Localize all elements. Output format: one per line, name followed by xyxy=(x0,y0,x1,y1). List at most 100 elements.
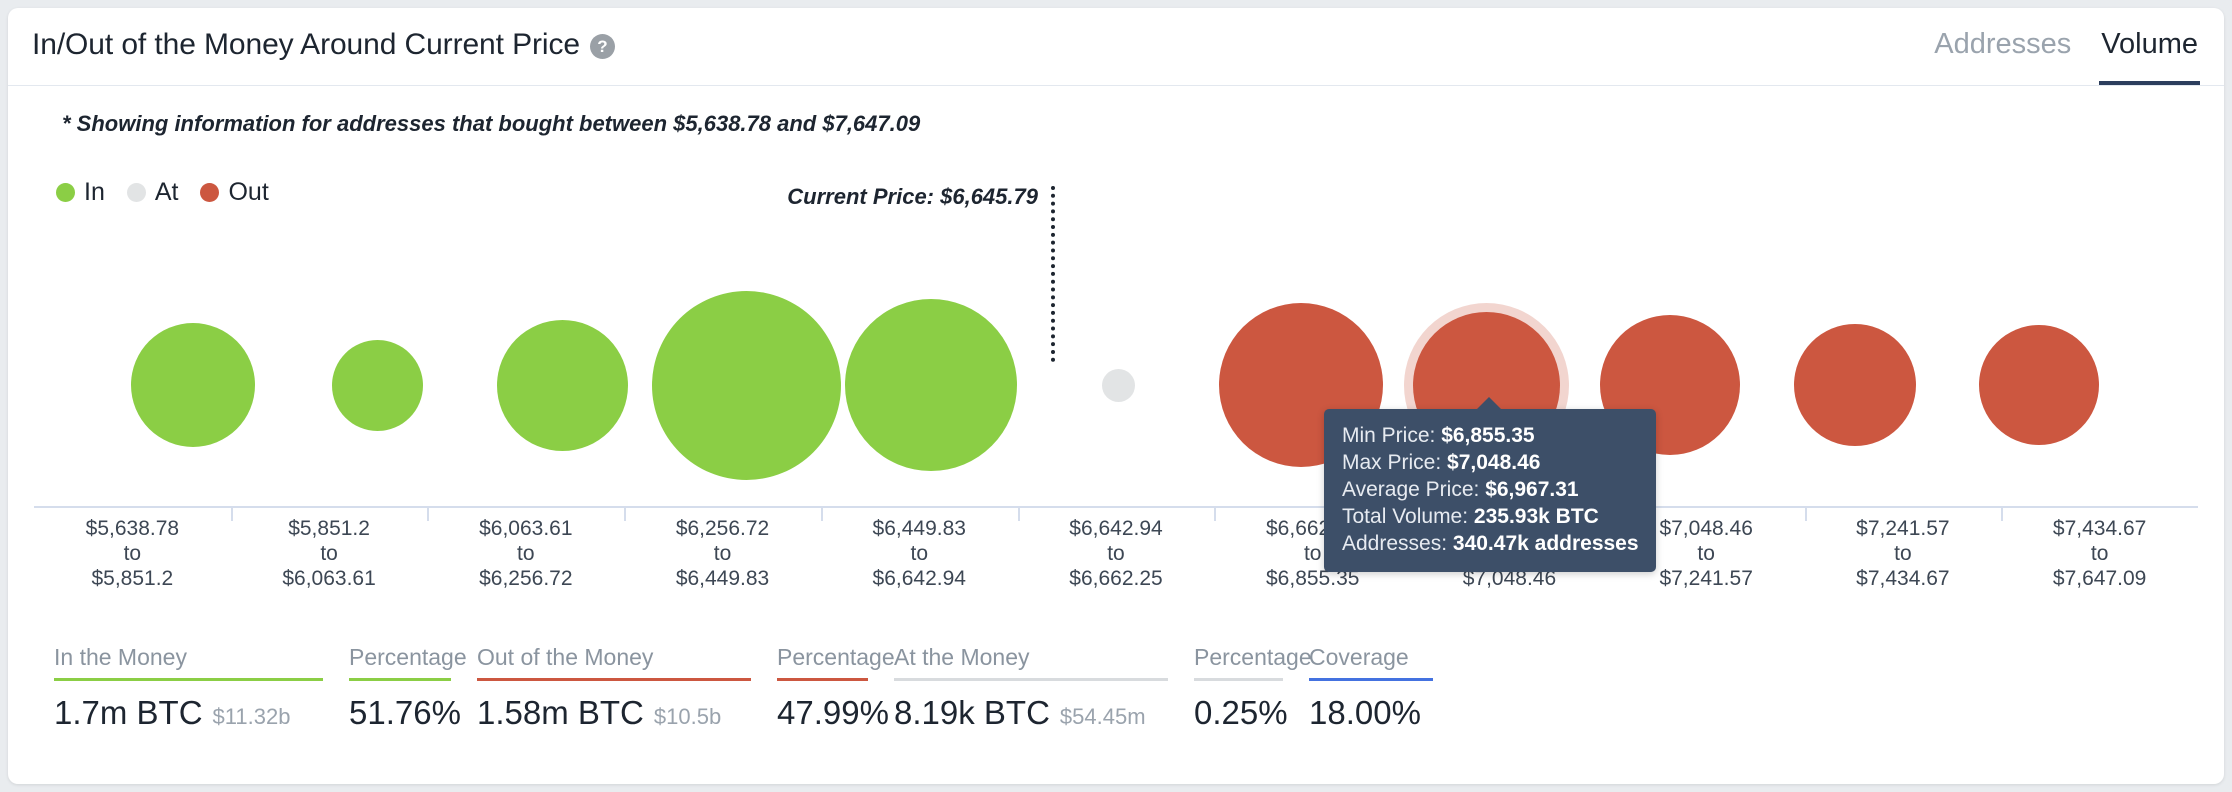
x-axis-label: $6,256.72 to $6,449.83 xyxy=(624,516,821,591)
tooltip-row-key: Average Price: xyxy=(1342,478,1486,501)
x-label-low: $7,434.67 xyxy=(2052,517,2147,540)
x-label-high: $6,063.61 xyxy=(282,567,376,590)
stat-at-the-money-percentage: Percentage 0.25% xyxy=(1194,644,1312,732)
stat-label: In the Money xyxy=(54,644,187,670)
x-label-to: to xyxy=(910,542,929,565)
stat-body: 51.76% xyxy=(349,694,477,732)
legend-label-in: In xyxy=(84,178,105,206)
legend-dot-in-icon xyxy=(56,183,75,202)
x-label-high: $5,851.2 xyxy=(91,567,174,590)
stat-body: 1.58m BTC $10.5b xyxy=(477,694,777,732)
stat-label: Out of the Money xyxy=(477,644,654,670)
x-label-low: $7,241.57 xyxy=(1856,517,1950,540)
stat-label: Percentage xyxy=(349,644,467,670)
tooltip-row-value: 235.93k BTC xyxy=(1473,505,1599,528)
x-label-high: $6,642.94 xyxy=(872,567,966,590)
page-title: In/Out of the Money Around Current Price xyxy=(32,28,580,61)
x-label-to: to xyxy=(517,542,535,565)
x-label-to: to xyxy=(320,542,338,565)
tooltip-row: Max Price: $7,048.46 xyxy=(1342,449,1638,476)
x-label-low: $6,642.94 xyxy=(1069,517,1163,540)
stat-label: At the Money xyxy=(894,644,1030,670)
tooltip-arrow-icon xyxy=(1476,397,1502,410)
tooltip-row-key: Addresses: xyxy=(1342,532,1453,555)
stat-out-of-the-money-percentage: Percentage 47.99% xyxy=(777,644,895,732)
bubble-out-11[interactable] xyxy=(1979,325,2099,445)
tooltip-row: Average Price: $6,967.31 xyxy=(1342,476,1638,503)
x-axis-label: $7,241.57 to $7,434.67 xyxy=(1805,516,2002,591)
chart-legend: In At Out xyxy=(56,178,269,207)
legend-item-out[interactable]: Out xyxy=(200,178,269,207)
stat-label: Percentage xyxy=(777,644,895,670)
legend-dot-out-icon xyxy=(200,183,220,202)
bubble-in-3[interactable] xyxy=(496,319,628,451)
x-label-low: $6,063.61 xyxy=(479,517,573,540)
card-header: In/Out of the Money Around Current Price… xyxy=(8,8,2224,86)
stat-body: 1.7m BTC $11.32b xyxy=(54,694,349,732)
bubble-at-6[interactable] xyxy=(1101,368,1135,402)
bubble-in-4[interactable] xyxy=(651,290,841,480)
tab-volume[interactable]: Volume xyxy=(2099,22,2200,85)
tooltip-rows: Min Price: $6,855.35 Max Price: $7,048.46… xyxy=(1342,422,1639,557)
bubble-in-2[interactable] xyxy=(331,339,423,431)
stat-value: 47.99% xyxy=(777,694,889,731)
x-label-to: to xyxy=(1894,542,1912,565)
question-mark-icon[interactable]: ? xyxy=(589,34,615,59)
legend-label-out: Out xyxy=(228,178,269,206)
current-price-line xyxy=(1051,186,1055,362)
screenshot-root: In/Out of the Money Around Current Price… xyxy=(0,0,2232,792)
legend-item-in[interactable]: In xyxy=(56,178,105,207)
stat-underline xyxy=(777,678,868,681)
x-label-low: $6,256.72 xyxy=(675,517,770,540)
legend-item-at[interactable]: At xyxy=(126,178,179,207)
x-label-low: $5,851.2 xyxy=(288,517,370,540)
stat-underline xyxy=(894,678,1168,681)
stat-at-the-money: At the Money 8.19k BTC $54.45m xyxy=(894,644,1194,732)
x-axis-label: $6,642.94 to $6,662.25 xyxy=(1018,516,1215,591)
stat-body: 47.99% xyxy=(777,694,894,732)
x-label-high: $6,256.72 xyxy=(479,567,573,590)
bubble-in-5[interactable] xyxy=(845,299,1017,471)
stat-underline xyxy=(54,678,323,681)
stat-underline xyxy=(1194,678,1283,681)
stat-value: 51.76% xyxy=(349,694,461,731)
tab-addresses[interactable]: Addresses xyxy=(1932,22,2073,85)
bubble-out-10[interactable] xyxy=(1794,324,1916,446)
tooltip-row-value: 340.47k addresses xyxy=(1452,532,1639,555)
stat-value: 1.58m BTC xyxy=(477,694,644,731)
tooltip-row-key: Total Volume: xyxy=(1342,505,1474,528)
x-axis-label: $5,851.2 to $6,063.61 xyxy=(231,516,428,591)
bubble-in-1[interactable] xyxy=(131,323,255,447)
stat-label: Percentage xyxy=(1194,644,1312,670)
x-label-to: to xyxy=(713,542,732,565)
stat-out-of-the-money: Out of the Money 1.58m BTC $10.5b xyxy=(477,644,777,732)
stat-body: 8.19k BTC $54.45m xyxy=(894,694,1194,732)
x-label-to: to xyxy=(1107,542,1125,565)
tooltip-row: Addresses: 340.47k addresses xyxy=(1342,530,1639,557)
title-wrap: In/Out of the Money Around Current Price… xyxy=(32,28,615,62)
x-label-high: $7,647.09 xyxy=(2052,567,2147,590)
range-note: * Showing information for addresses that… xyxy=(62,111,921,136)
stat-underline xyxy=(1309,678,1433,681)
stat-subvalue: $10.5b xyxy=(653,704,722,729)
stat-subvalue: $11.32b xyxy=(212,704,291,729)
tab-bar: Addresses Volume xyxy=(1932,22,2200,86)
stat-label: Coverage xyxy=(1309,644,1409,670)
stat-underline xyxy=(477,678,751,681)
stat-value: 8.19k BTC xyxy=(894,694,1050,731)
x-axis-label: $7,434.67 to $7,647.09 xyxy=(2001,516,2198,591)
stat-value: 18.00% xyxy=(1309,694,1421,731)
x-label-low: $6,449.83 xyxy=(872,517,966,540)
current-price-label: Current Price: $6,645.79 xyxy=(787,184,1038,209)
x-axis-label: $6,063.61 to $6,256.72 xyxy=(427,516,624,591)
tooltip-row: Total Volume: 235.93k BTC xyxy=(1342,503,1638,530)
x-label-high: $7,434.67 xyxy=(1856,567,1950,590)
stat-in-the-money: In the Money 1.7m BTC $11.32b xyxy=(54,644,349,732)
tooltip-row-value: $6,855.35 xyxy=(1441,424,1535,447)
stat-value: 0.25% xyxy=(1194,694,1288,731)
legend-dot-at-icon xyxy=(126,183,146,202)
legend-label-at: At xyxy=(154,178,179,206)
tooltip-row-value: $6,967.31 xyxy=(1485,478,1579,501)
bubble-tooltip: Min Price: $6,855.35 Max Price: $7,048.46… xyxy=(1324,397,1656,572)
x-axis-label: $5,638.78 to $5,851.2 xyxy=(34,516,231,591)
